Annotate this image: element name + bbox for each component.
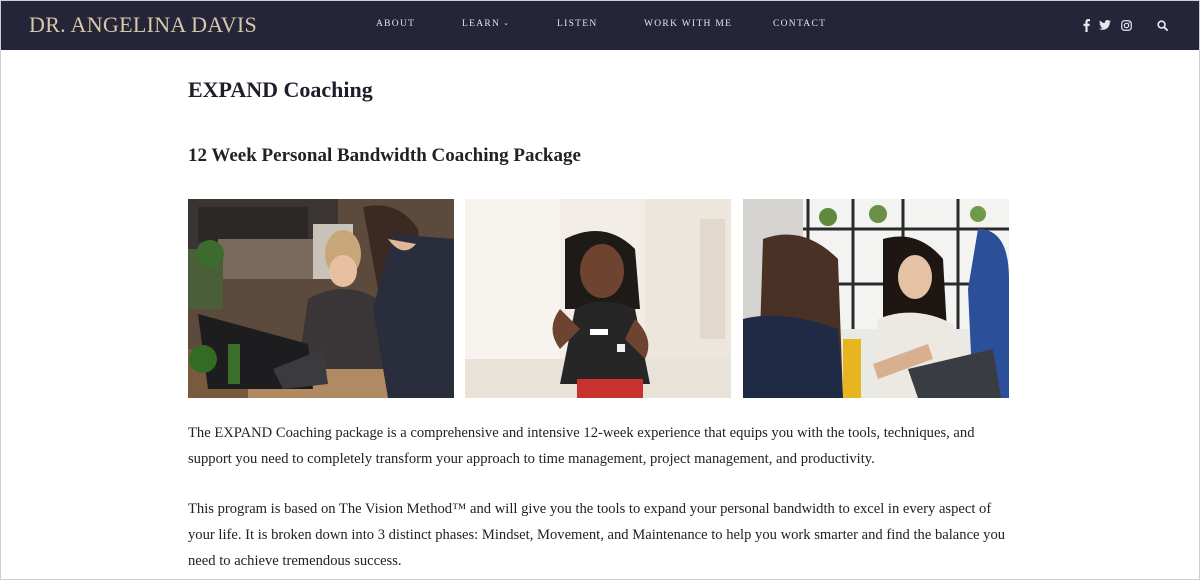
instagram-icon[interactable] <box>1119 16 1133 34</box>
nav-item-listen[interactable]: LISTEN <box>557 19 598 29</box>
photo-women-at-laptop <box>188 199 454 398</box>
site-header: DR. ANGELINA DAVIS ABOUT LEARN ⌄ LISTEN W… <box>1 1 1199 50</box>
nav-item-learn[interactable]: LEARN ⌄ <box>462 19 510 29</box>
search-icon[interactable] <box>1155 16 1169 34</box>
nav-item-about[interactable]: ABOUT <box>376 19 415 29</box>
nav-item-about-label: ABOUT <box>376 19 416 29</box>
main-nav: ABOUT LEARN ⌄ LISTEN WORK WITH ME CONTACT <box>1 19 1199 33</box>
method-paragraph: This program is based on The Vision Meth… <box>188 501 1006 569</box>
twitter-icon[interactable] <box>1098 16 1112 34</box>
page-title: EXPAND Coaching <box>188 77 373 102</box>
nav-item-contact[interactable]: CONTACT <box>773 19 826 29</box>
chevron-down-icon: ⌄ <box>503 19 511 27</box>
nav-item-contact-label: CONTACT <box>773 19 827 29</box>
nav-item-listen-label: LISTEN <box>557 19 598 29</box>
intro-paragraph: The EXPAND Coaching package is a compreh… <box>188 425 975 467</box>
photo-women-talking <box>743 199 1009 398</box>
page-subtitle: 12 Week Personal Bandwidth Coaching Pack… <box>188 145 581 166</box>
facebook-icon[interactable] <box>1081 16 1091 34</box>
nav-item-work-with-me[interactable]: WORK WITH ME <box>644 19 732 29</box>
photo-speaker-presenting <box>465 199 731 398</box>
nav-item-work-with-me-label: WORK WITH ME <box>644 19 733 29</box>
nav-item-learn-label: LEARN <box>462 19 501 29</box>
